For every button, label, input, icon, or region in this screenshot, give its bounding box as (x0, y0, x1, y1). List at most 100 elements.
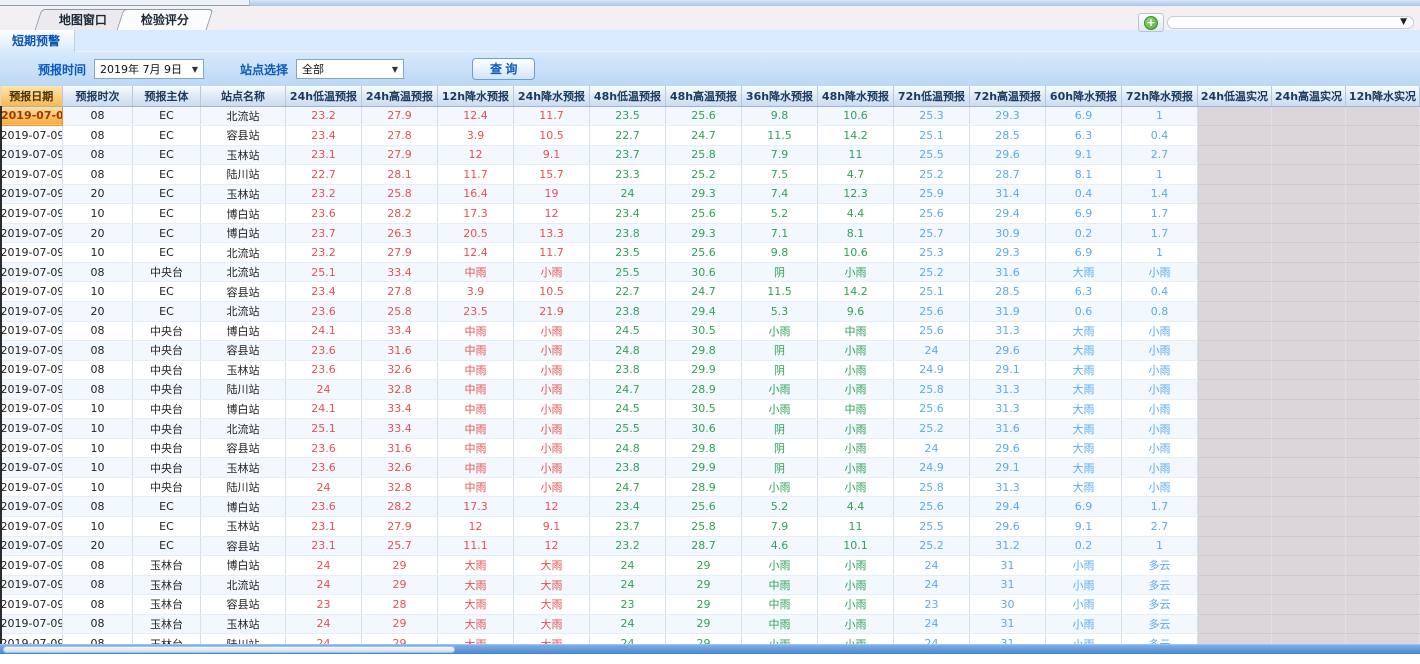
cell-forecast[interactable]: 31.3 (970, 399, 1046, 419)
cell-forecast[interactable]: 30 (970, 595, 1046, 615)
cell-forecast[interactable]: 25.1 (894, 126, 970, 146)
cell-forecast[interactable]: 0.4 (1122, 282, 1198, 302)
cell-forecast[interactable]: 27.9 (362, 145, 438, 165)
cell-actual[interactable] (1272, 262, 1346, 282)
cell-forecast[interactable]: 22.7 (590, 282, 666, 302)
cell-info[interactable]: 玉林站 (201, 145, 286, 165)
tab-overflow-dropdown[interactable]: ▼ (1167, 16, 1414, 29)
cell-forecast[interactable]: 7.1 (742, 223, 818, 243)
cell-info[interactable]: 中央台 (133, 438, 201, 458)
cell-info[interactable]: 北流站 (201, 419, 286, 439)
cell-info[interactable]: 2019-07-09 (1, 301, 63, 321)
cell-actual[interactable] (1272, 126, 1346, 146)
cell-info[interactable]: 08 (63, 595, 133, 615)
cell-forecast[interactable]: 12.3 (818, 184, 894, 204)
cell-forecast[interactable]: 4.4 (818, 497, 894, 517)
cell-forecast[interactable]: 大雨 (1046, 341, 1122, 361)
cell-forecast[interactable]: 25.7 (362, 536, 438, 556)
cell-actual[interactable] (1272, 556, 1346, 576)
cell-forecast[interactable]: 25.3 (894, 243, 970, 263)
cell-forecast[interactable]: 大雨 (1046, 360, 1122, 380)
column-header[interactable]: 72h低温预报 (894, 86, 970, 106)
cell-forecast[interactable]: 24.1 (286, 399, 362, 419)
horizontal-scrollbar[interactable] (0, 644, 1420, 654)
cell-actual[interactable] (1198, 243, 1272, 263)
cell-info[interactable]: 08 (63, 341, 133, 361)
cell-forecast[interactable]: 29.6 (970, 516, 1046, 536)
cell-actual[interactable] (1272, 204, 1346, 224)
cell-info[interactable]: 08 (63, 165, 133, 185)
cell-forecast[interactable]: 小雨 (1122, 262, 1198, 282)
cell-info[interactable]: 2019-07-09 (1, 126, 63, 146)
cell-forecast[interactable]: 大雨 (1046, 321, 1122, 341)
cell-forecast[interactable]: 小雨 (1122, 380, 1198, 400)
cell-forecast[interactable]: 3.9 (438, 282, 514, 302)
cell-info[interactable]: 08 (63, 145, 133, 165)
cell-forecast[interactable]: 23.1 (286, 536, 362, 556)
cell-forecast[interactable]: 11 (818, 145, 894, 165)
cell-forecast[interactable]: 24.8 (590, 438, 666, 458)
cell-forecast[interactable]: 大雨 (1046, 438, 1122, 458)
cell-forecast[interactable]: 24.7 (666, 282, 742, 302)
cell-forecast[interactable]: 31.6 (362, 341, 438, 361)
cell-forecast[interactable]: 12 (514, 497, 590, 517)
column-header[interactable]: 72h降水预报 (1122, 86, 1198, 106)
cell-forecast[interactable]: 小雨 (1046, 575, 1122, 595)
cell-forecast[interactable]: 0.8 (1122, 301, 1198, 321)
cell-forecast[interactable]: 23.6 (286, 497, 362, 517)
cell-info[interactable]: 玉林站 (201, 360, 286, 380)
cell-forecast[interactable]: 10.6 (818, 106, 894, 126)
cell-forecast[interactable]: 29.4 (970, 204, 1046, 224)
cell-forecast[interactable]: 12 (438, 145, 514, 165)
cell-forecast[interactable]: 31.3 (970, 477, 1046, 497)
cell-info[interactable]: 中央台 (133, 477, 201, 497)
cell-actual[interactable] (1272, 360, 1346, 380)
cell-forecast[interactable]: 25.5 (590, 419, 666, 439)
cell-info[interactable]: 08 (63, 106, 133, 126)
cell-info[interactable]: 20 (63, 536, 133, 556)
cell-forecast[interactable]: 31.9 (970, 301, 1046, 321)
cell-forecast[interactable]: 小雨 (818, 575, 894, 595)
cell-actual[interactable] (1198, 536, 1272, 556)
cell-forecast[interactable]: 多云 (1122, 575, 1198, 595)
column-header[interactable]: 48h低温预报 (590, 86, 666, 106)
cell-forecast[interactable]: 0.6 (1046, 301, 1122, 321)
cell-actual[interactable] (1198, 321, 1272, 341)
cell-info[interactable]: 中央台 (133, 262, 201, 282)
cell-forecast[interactable]: 31.6 (362, 438, 438, 458)
cell-forecast[interactable]: 小雨 (1122, 360, 1198, 380)
cell-forecast[interactable]: 1.7 (1122, 223, 1198, 243)
cell-forecast[interactable]: 7.9 (742, 145, 818, 165)
cell-forecast[interactable]: 小雨 (742, 321, 818, 341)
cell-actual[interactable] (1346, 516, 1420, 536)
cell-info[interactable]: 2019-07-09 (1, 243, 63, 263)
cell-info[interactable]: 2019-07-09 (1, 556, 63, 576)
cell-actual[interactable] (1198, 458, 1272, 478)
column-header[interactable]: 48h降水预报 (818, 86, 894, 106)
cell-info[interactable]: 陆川站 (201, 165, 286, 185)
cell-info[interactable]: 容县站 (201, 126, 286, 146)
cell-forecast[interactable]: 小雨 (742, 380, 818, 400)
cell-forecast[interactable]: 小雨 (1122, 438, 1198, 458)
cell-forecast[interactable]: 6.9 (1046, 204, 1122, 224)
cell-forecast[interactable]: 多云 (1122, 595, 1198, 615)
cell-forecast[interactable]: 阴 (742, 262, 818, 282)
cell-forecast[interactable]: 小雨 (818, 595, 894, 615)
cell-forecast[interactable]: 29.8 (666, 341, 742, 361)
cell-forecast[interactable]: 小雨 (1046, 614, 1122, 634)
cell-forecast[interactable]: 小雨 (514, 360, 590, 380)
cell-forecast[interactable]: 小雨 (514, 380, 590, 400)
cell-forecast[interactable]: 大雨 (438, 575, 514, 595)
cell-info[interactable]: 08 (63, 321, 133, 341)
cell-forecast[interactable]: 17.3 (438, 497, 514, 517)
cell-actual[interactable] (1272, 145, 1346, 165)
cell-forecast[interactable]: 10.5 (514, 282, 590, 302)
cell-info[interactable]: 08 (63, 380, 133, 400)
cell-info[interactable]: EC (133, 184, 201, 204)
cell-actual[interactable] (1198, 497, 1272, 517)
cell-forecast[interactable]: 29.1 (970, 458, 1046, 478)
cell-forecast[interactable]: 23.4 (286, 126, 362, 146)
cell-forecast[interactable]: 9.1 (1046, 516, 1122, 536)
cell-info[interactable]: 中央台 (133, 419, 201, 439)
cell-forecast[interactable]: 28.2 (362, 497, 438, 517)
